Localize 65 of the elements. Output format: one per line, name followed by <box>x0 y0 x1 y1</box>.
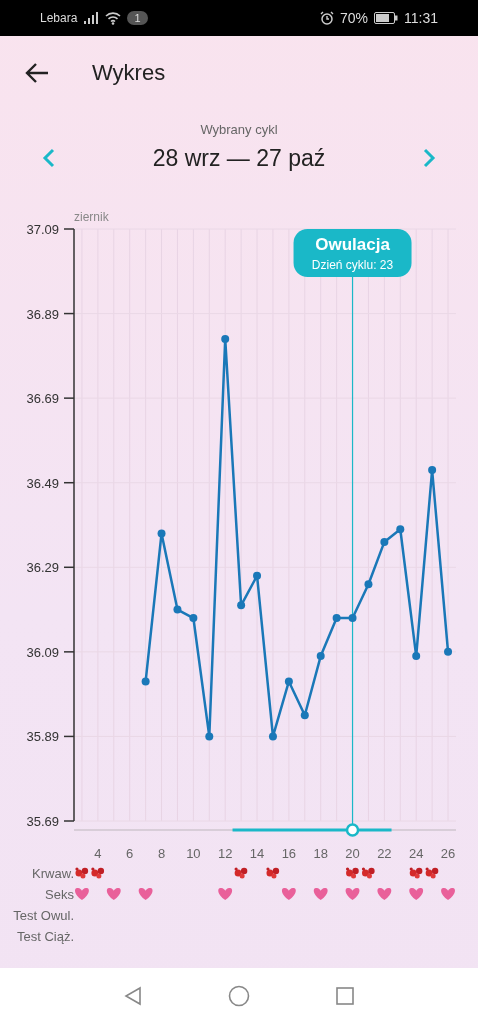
home-circle-icon[interactable] <box>228 985 250 1007</box>
data-point <box>284 677 293 686</box>
data-point <box>380 537 389 546</box>
x-tick-label: 8 <box>157 846 166 861</box>
carrier-name: Lebara <box>40 11 78 25</box>
data-point <box>412 652 421 661</box>
x-tick-label: 20 <box>345 846 360 861</box>
data-point <box>444 647 453 656</box>
marker-row-label: Krwaw. <box>32 866 74 881</box>
x-tick-label: 16 <box>281 846 297 861</box>
x-tick-label: 24 <box>408 846 424 861</box>
data-point <box>396 525 405 534</box>
clock-time: 11:31 <box>404 10 438 26</box>
y-tick-label: 36.09 <box>26 644 59 660</box>
battery-percent: 70% <box>339 10 368 26</box>
back-triangle-icon[interactable] <box>122 986 143 1006</box>
data-point <box>316 652 325 661</box>
wifi-icon <box>105 11 122 25</box>
back-arrow-icon[interactable] <box>24 62 50 84</box>
data-point <box>332 614 341 623</box>
x-tick-label: 4 <box>94 846 102 861</box>
data-point <box>348 614 357 623</box>
tooltip-title: Owulacja <box>315 235 390 254</box>
cycle-caption: Wybrany cykl <box>200 122 278 137</box>
cycle-range: 28 wrz — 27 paź <box>152 144 326 172</box>
month-label: ziernik <box>74 210 109 224</box>
data-point <box>268 732 277 741</box>
y-tick-label: 36.69 <box>26 391 59 407</box>
data-point <box>253 571 262 580</box>
marker-row-label: Test Ciąż. <box>16 929 74 944</box>
y-tick-label: 37.09 <box>26 222 59 237</box>
x-tick-label: 14 <box>249 846 265 861</box>
alarm-icon <box>319 11 334 25</box>
y-tick-label: 36.29 <box>26 560 59 576</box>
data-point <box>173 605 182 614</box>
data-point <box>364 580 373 589</box>
tooltip-subtitle: Dzień cyklu: 23 <box>311 258 394 272</box>
data-point <box>189 614 198 623</box>
data-point <box>157 529 166 538</box>
recents-square-icon[interactable] <box>335 986 356 1006</box>
data-point <box>428 466 437 475</box>
data-point <box>205 732 214 741</box>
x-tick-label: 22 <box>377 846 392 861</box>
x-tick-label: 12 <box>217 846 233 861</box>
y-tick-label: 35.89 <box>26 729 59 745</box>
signal-icon <box>83 12 100 24</box>
data-point <box>300 711 309 720</box>
x-tick-label: 10 <box>186 846 201 861</box>
notification-badge: 1 <box>127 11 148 25</box>
y-tick-label: 35.69 <box>26 814 59 829</box>
y-tick-label: 36.49 <box>26 475 59 491</box>
battery-icon <box>374 12 398 24</box>
x-tick-label: 6 <box>126 846 134 861</box>
slider-thumb[interactable] <box>345 823 360 837</box>
x-tick-label: 18 <box>313 846 328 861</box>
x-tick-label: 26 <box>440 846 456 861</box>
data-point <box>141 677 150 686</box>
data-point <box>221 334 230 343</box>
marker-row-label: Seks <box>45 887 74 902</box>
data-point <box>237 601 246 610</box>
left-chevron-icon[interactable] <box>42 147 56 169</box>
right-chevron-icon[interactable] <box>422 147 436 169</box>
marker-row-label: Test Owul. <box>13 908 74 923</box>
page-title: Wykres <box>92 60 166 86</box>
y-tick-label: 36.89 <box>26 306 59 322</box>
